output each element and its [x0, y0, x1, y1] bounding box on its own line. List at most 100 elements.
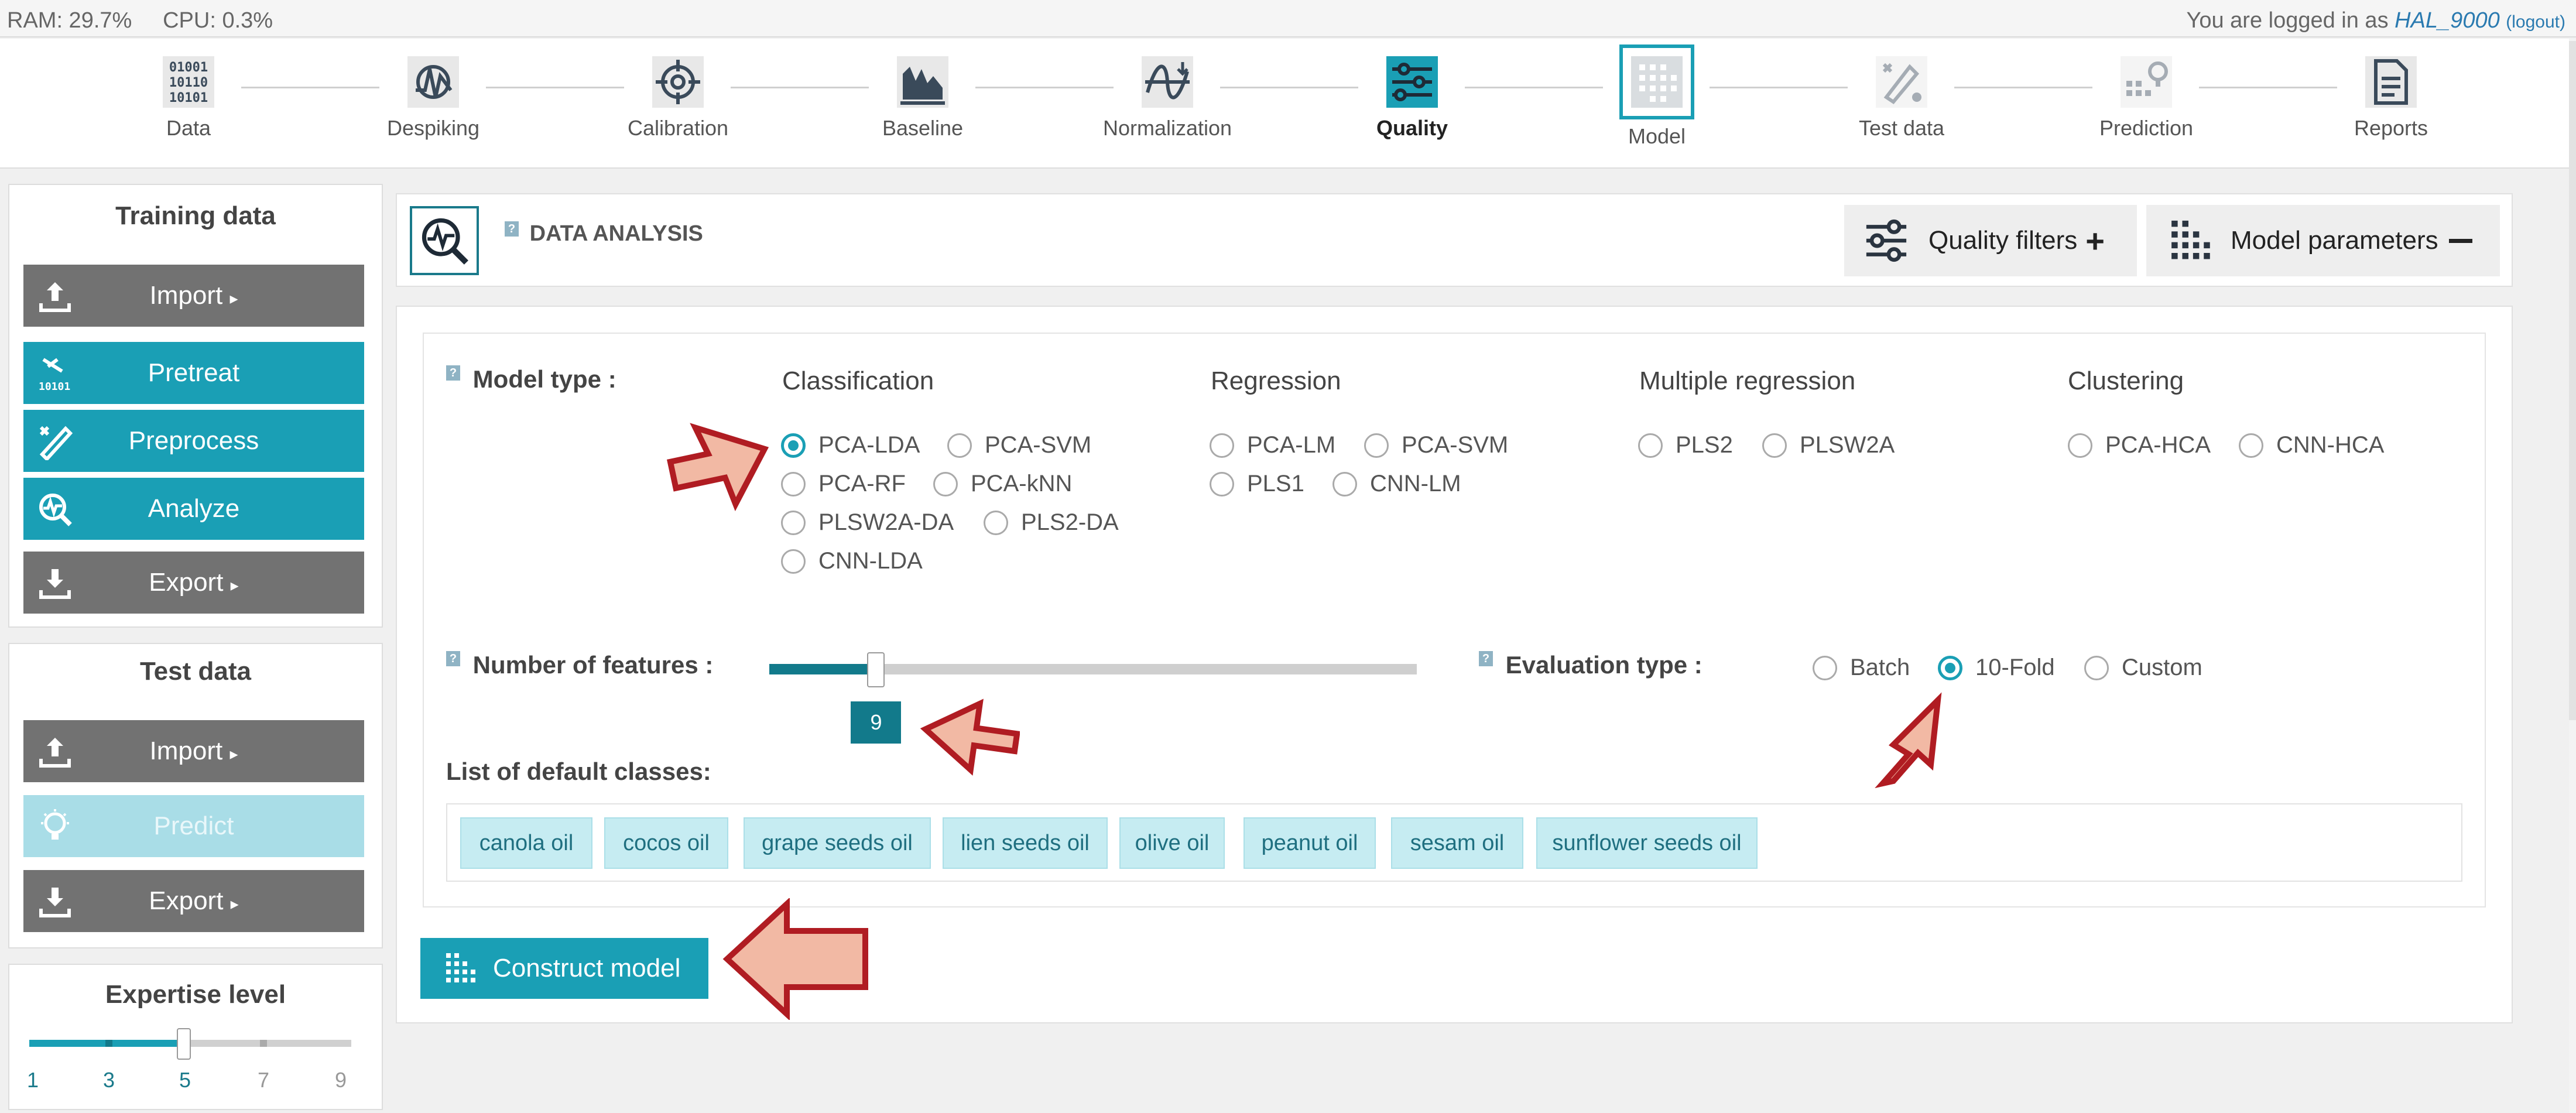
system-stats: RAM: 29.7% CPU: 0.3% — [7, 8, 273, 33]
class-chip[interactable]: grape seeds oil — [744, 817, 931, 869]
step-label: Quality — [1376, 116, 1448, 140]
preprocess-button[interactable]: Preprocess — [23, 410, 364, 472]
expertise-tick: 7 — [258, 1068, 270, 1092]
radio-10-fold[interactable]: 10-Fold — [1938, 655, 2055, 681]
data-binary-icon: 01001 10110 10101 — [159, 53, 218, 111]
model-parameters-label: Model parameters — [2231, 226, 2438, 255]
step-model[interactable]: Model — [1592, 44, 1721, 149]
expertise-title: Expertise level — [105, 980, 286, 1009]
test-data-panel: Test data Import ▸ Predict Export ▸ — [8, 643, 383, 948]
status-bar: RAM: 29.7% CPU: 0.3% You are logged in a… — [0, 0, 2576, 37]
expertise-tick: 5 — [179, 1068, 191, 1092]
construct-model-label: Construct model — [493, 954, 681, 982]
radio-cnn-lda[interactable]: CNN-LDA — [781, 548, 923, 574]
class-chip[interactable]: peanut oil — [1244, 817, 1376, 869]
preprocess-label: Preprocess — [128, 426, 259, 455]
training-export-button[interactable]: Export ▸ — [23, 552, 364, 614]
radio-cnn-lm[interactable]: CNN-LM — [1332, 471, 1461, 497]
class-chip[interactable]: olive oil — [1119, 817, 1225, 869]
ram-usage: RAM: 29.7% — [7, 8, 132, 33]
dots-grid-icon — [446, 953, 475, 982]
help-badge-icon[interactable]: ? — [446, 365, 460, 381]
svg-text:10101: 10101 — [169, 91, 208, 105]
export-label: Export — [149, 568, 224, 597]
step-label: Normalization — [1103, 116, 1232, 140]
radio-pls2-da[interactable]: PLS2-DA — [984, 509, 1119, 536]
pretreat-label: Pretreat — [148, 358, 240, 387]
radio-custom[interactable]: Custom — [2084, 655, 2202, 681]
radio-pca-lm[interactable]: PCA-LM — [1210, 432, 1335, 458]
training-data-panel: Training data Import ▸ 10101 Pretreat Pr… — [8, 184, 383, 628]
minus-icon — [2448, 238, 2472, 243]
radio-pca-svm-classification[interactable]: PCA-SVM — [947, 432, 1091, 458]
default-classes-list: canola oil cocos oil grape seeds oil lie… — [446, 803, 2462, 882]
pretreat-button[interactable]: 10101 Pretreat — [23, 342, 364, 404]
analyze-label: Analyze — [148, 494, 240, 523]
radio-pca-hca[interactable]: PCA-HCA — [2068, 432, 2211, 458]
model-type-label: ? Model type : — [446, 365, 616, 393]
class-chip[interactable]: lien seeds oil — [943, 817, 1108, 869]
expertise-tick: 1 — [27, 1068, 39, 1092]
expertise-slider-handle[interactable] — [177, 1028, 191, 1060]
annotation-arrow-icon — [722, 898, 868, 1020]
test-export-button[interactable]: Export ▸ — [23, 870, 364, 932]
step-label: Test data — [1858, 116, 1945, 140]
radio-pls2[interactable]: PLS2 — [1638, 432, 1733, 458]
model-parameters-button[interactable]: Model parameters — [2146, 205, 2500, 276]
step-data[interactable]: 01001 10110 10101 Data — [124, 53, 253, 141]
step-prediction[interactable]: Prediction — [2082, 53, 2211, 141]
class-chip[interactable]: cocos oil — [604, 817, 728, 869]
training-import-button[interactable]: Import ▸ — [23, 265, 364, 327]
features-slider-fill — [769, 664, 876, 674]
radio-plsw2a[interactable]: PLSW2A — [1762, 432, 1895, 458]
step-quality[interactable]: Quality — [1348, 53, 1477, 141]
classification-heading: Classification — [782, 367, 934, 395]
step-test-data[interactable]: Test data — [1837, 53, 1966, 141]
radio-pca-svm-regression[interactable]: PCA-SVM — [1364, 432, 1508, 458]
step-despiking[interactable]: Despiking — [369, 53, 498, 141]
radio-cnn-hca[interactable]: CNN-HCA — [2239, 432, 2384, 458]
class-chip[interactable]: sunflower seeds oil — [1536, 817, 1758, 869]
features-slider-handle[interactable] — [867, 652, 885, 687]
step-calibration[interactable]: Calibration — [614, 53, 742, 141]
username-link[interactable]: HAL_9000 — [2395, 8, 2500, 33]
class-chip[interactable]: sesam oil — [1391, 817, 1523, 869]
sliders-icon — [1866, 219, 1907, 262]
radio-plsw2a-da[interactable]: PLSW2A-DA — [781, 509, 954, 536]
cpu-usage: CPU: 0.3% — [163, 8, 273, 33]
radio-pca-knn[interactable]: PCA-kNN — [933, 471, 1072, 497]
step-reports[interactable]: Reports — [2327, 53, 2455, 141]
analyze-button[interactable]: Analyze — [23, 478, 364, 540]
help-badge-icon[interactable]: ? — [446, 651, 460, 666]
radio-pls1[interactable]: PLS1 — [1210, 471, 1304, 497]
regression-heading: Regression — [1211, 367, 1341, 395]
radio-pca-lda[interactable]: PCA-LDA — [781, 432, 920, 458]
import-label: Import — [149, 281, 223, 310]
report-icon — [2362, 53, 2420, 111]
login-info: You are logged in as HAL_9000 (logout) — [2186, 8, 2565, 33]
step-normalization[interactable]: Normalization — [1103, 53, 1232, 141]
help-badge-icon[interactable]: ? — [1479, 651, 1493, 666]
expertise-tick: 3 — [103, 1068, 115, 1092]
scrollbar-thumb[interactable] — [2569, 41, 2576, 720]
step-label: Reports — [2354, 116, 2428, 140]
page-title: ? DATA ANALYSIS — [505, 221, 703, 246]
svg-text:01001: 01001 — [169, 60, 208, 75]
annotation-arrow-icon — [920, 698, 1020, 776]
multiple-regression-heading: Multiple regression — [1639, 367, 1856, 395]
test-import-button[interactable]: Import ▸ — [23, 720, 364, 782]
import-label: Import — [149, 737, 223, 765]
caret-right-icon: ▸ — [230, 895, 239, 913]
quality-filters-button[interactable]: Quality filters + — [1844, 205, 2137, 276]
normalization-icon — [1138, 53, 1197, 111]
step-baseline[interactable]: Baseline — [858, 53, 987, 141]
construct-model-button[interactable]: Construct model — [420, 938, 708, 999]
class-chip[interactable]: canola oil — [460, 817, 592, 869]
sliders-icon — [1383, 53, 1441, 111]
radio-batch[interactable]: Batch — [1813, 655, 1910, 681]
caret-right-icon: ▸ — [229, 289, 238, 307]
radio-pca-rf[interactable]: PCA-RF — [781, 471, 906, 497]
logout-link[interactable]: (logout) — [2506, 12, 2565, 32]
predict-button[interactable]: Predict — [23, 795, 364, 857]
help-badge-icon[interactable]: ? — [505, 221, 519, 237]
